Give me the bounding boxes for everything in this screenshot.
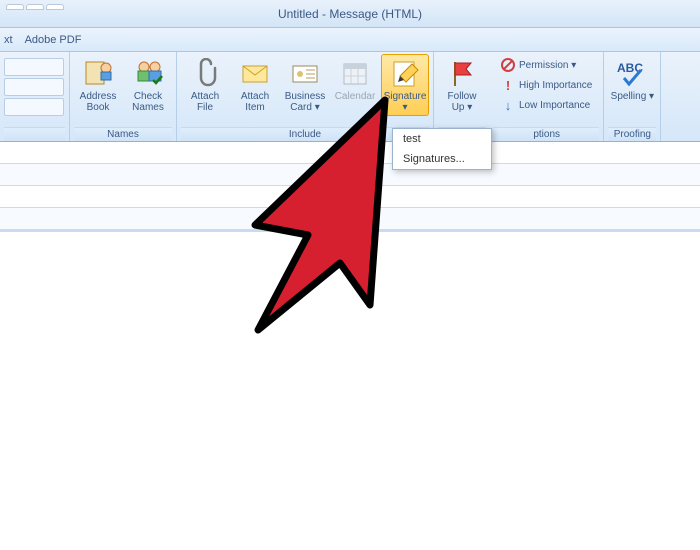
- high-importance-button[interactable]: ! High Importance: [496, 76, 597, 94]
- ribbon: Address Book Check Names Names Attach Fi…: [0, 52, 700, 142]
- business-card-icon: [289, 57, 321, 89]
- address-book-button[interactable]: Address Book: [74, 54, 122, 116]
- field-row[interactable]: [0, 142, 700, 164]
- exclamation-icon: !: [501, 78, 515, 92]
- ribbon-group-options: Permission ▾ ! High Importance ↓ Low Imp…: [490, 52, 604, 141]
- calendar-button[interactable]: Calendar: [331, 54, 379, 105]
- menu-item[interactable]: Adobe PDF: [25, 34, 82, 46]
- group-label: [4, 127, 65, 141]
- group-label: ptions: [494, 127, 599, 141]
- menu-bar: xt Adobe PDF: [0, 28, 700, 52]
- signature-icon: [389, 57, 421, 89]
- clipboard-row[interactable]: [4, 98, 64, 116]
- button-label: High Importance: [519, 80, 592, 91]
- button-label: Follow Up ▾: [440, 91, 484, 113]
- button-label: Spelling ▾: [611, 91, 654, 102]
- browser-tab[interactable]: [26, 4, 44, 10]
- field-row[interactable]: [0, 164, 700, 186]
- paperclip-icon: [189, 57, 221, 89]
- compose-header: [0, 142, 700, 230]
- ribbon-group-names: Address Book Check Names Names: [70, 52, 177, 141]
- menu-item[interactable]: xt: [4, 34, 13, 46]
- button-label: Low Importance: [519, 100, 590, 111]
- signature-dropdown: test Signatures...: [392, 128, 492, 170]
- message-body[interactable]: [0, 230, 700, 550]
- signature-button[interactable]: Signature ▾: [381, 54, 429, 116]
- field-row[interactable]: [0, 208, 700, 230]
- clipboard-row[interactable]: [4, 58, 64, 76]
- clipboard-row[interactable]: [4, 78, 64, 96]
- permission-button[interactable]: Permission ▾: [496, 56, 597, 74]
- title-bar: Untitled - Message (HTML): [0, 0, 700, 28]
- browser-tab[interactable]: [6, 4, 24, 10]
- ribbon-group-proofing: ABC Spelling ▾ Proofing: [604, 52, 661, 141]
- flag-icon: [446, 57, 478, 89]
- group-label: Proofing: [608, 127, 656, 141]
- check-names-icon: [132, 57, 164, 89]
- low-importance-button[interactable]: ↓ Low Importance: [496, 96, 597, 114]
- button-label: Attach File: [183, 91, 227, 113]
- business-card-button[interactable]: Business Card ▾: [281, 54, 329, 116]
- envelope-icon: [239, 57, 271, 89]
- clipboard-toggles: [4, 54, 64, 120]
- down-arrow-icon: ↓: [501, 98, 515, 112]
- spelling-icon: ABC: [616, 57, 648, 89]
- calendar-icon: [339, 57, 371, 89]
- button-label: Calendar: [335, 91, 376, 102]
- signature-menu-item-signatures[interactable]: Signatures...: [393, 149, 491, 169]
- button-label: Attach Item: [233, 91, 277, 113]
- attach-item-button[interactable]: Attach Item: [231, 54, 279, 116]
- signature-menu-item[interactable]: test: [393, 129, 491, 149]
- spelling-button[interactable]: ABC Spelling ▾: [608, 54, 656, 105]
- attach-file-button[interactable]: Attach File: [181, 54, 229, 116]
- button-label: Check Names: [126, 91, 170, 113]
- button-label: Business Card ▾: [283, 91, 327, 113]
- group-label: Names: [74, 127, 172, 141]
- address-book-icon: [82, 57, 114, 89]
- field-row[interactable]: [0, 186, 700, 208]
- ribbon-group-clipboard: [0, 52, 70, 141]
- permission-icon: [501, 58, 515, 72]
- button-label: Permission ▾: [519, 60, 576, 71]
- browser-tabs: [6, 4, 64, 10]
- follow-up-button[interactable]: Follow Up ▾: [438, 54, 486, 116]
- button-label: Signature ▾: [383, 91, 427, 113]
- button-label: Address Book: [76, 91, 120, 113]
- window-title: Untitled - Message (HTML): [278, 7, 422, 21]
- browser-tab[interactable]: [46, 4, 64, 10]
- check-names-button[interactable]: Check Names: [124, 54, 172, 116]
